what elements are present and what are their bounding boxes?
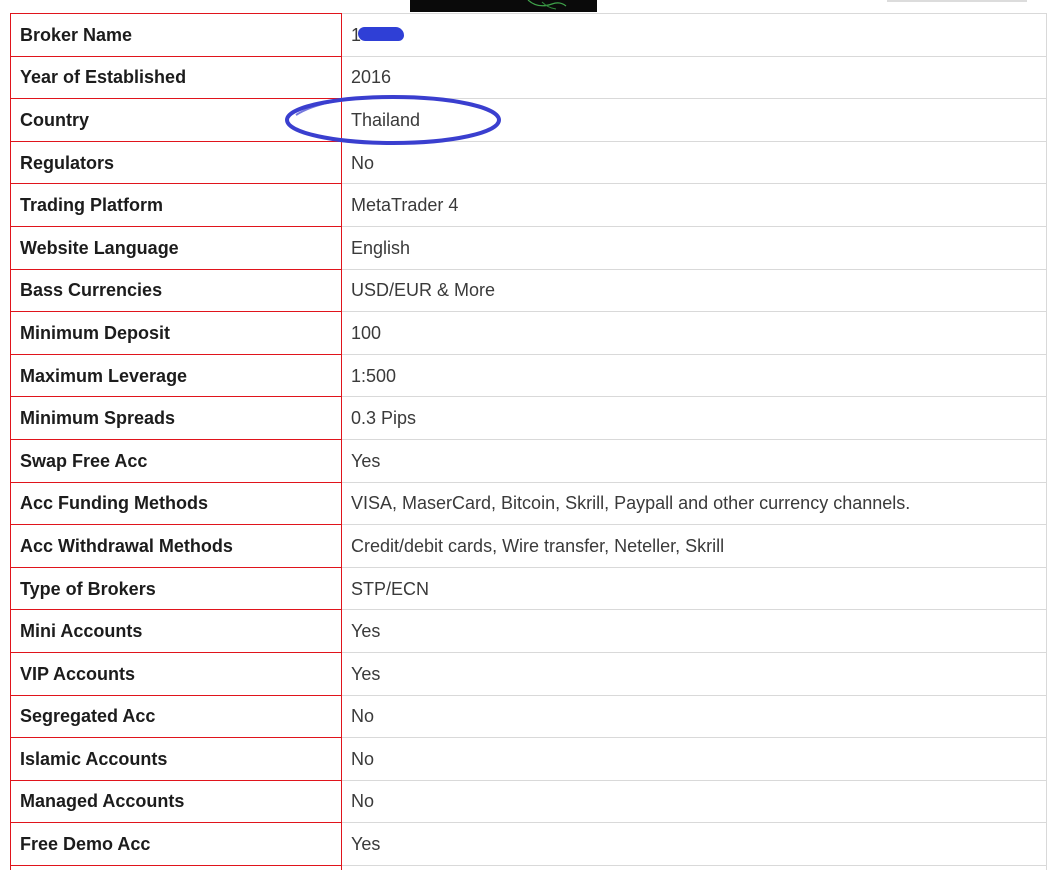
top-image-thumbnail xyxy=(410,0,597,12)
spec-label: Broker Name xyxy=(10,13,342,57)
spec-row: Bass Currencies USD/EUR & More xyxy=(10,268,1047,313)
spec-value: Yes xyxy=(341,438,1047,483)
spec-row: Swap Free Acc Yes xyxy=(10,438,1047,483)
spec-row: Minimum Spreads 0.3 Pips xyxy=(10,396,1047,440)
spec-row: Year of Established 2016 xyxy=(10,55,1047,100)
spec-row: Segregated Acc No xyxy=(10,694,1047,739)
spec-row: Trading Platform MetaTrader 4 xyxy=(10,183,1047,227)
spec-label: Trading Platform xyxy=(10,183,342,227)
spec-label: Mini Accounts xyxy=(10,609,342,653)
broker-specs-table-body: Broker Name 1 Year of Established 2016 Count… xyxy=(10,13,1047,870)
spec-row: Managed Accounts No xyxy=(10,779,1047,824)
spec-row: Maximum Leverage 1:500 xyxy=(10,353,1047,398)
spec-label: Free Demo Acc xyxy=(10,822,342,866)
spec-label xyxy=(10,864,342,870)
spec-row: Mini Accounts Yes xyxy=(10,609,1047,653)
spec-value: STP/ECN xyxy=(341,566,1047,611)
spec-row xyxy=(10,864,1047,870)
spec-label: Year of Established xyxy=(10,55,342,100)
spec-label: Regulators xyxy=(10,140,342,185)
spec-row: Regulators No xyxy=(10,140,1047,185)
spec-value: 100 xyxy=(341,311,1047,355)
spec-value: Credit/debit cards, Wire transfer, Netel… xyxy=(341,524,1047,568)
spec-row: Free Demo Acc Yes xyxy=(10,822,1047,866)
spec-label: Maximum Leverage xyxy=(10,353,342,398)
spec-label: Swap Free Acc xyxy=(10,438,342,483)
spec-row: Minimum Deposit 100 xyxy=(10,311,1047,355)
spec-label: Islamic Accounts xyxy=(10,737,342,781)
spec-label: Type of Brokers xyxy=(10,566,342,611)
spec-value: MetaTrader 4 xyxy=(341,183,1047,227)
spec-row: Country Thailand xyxy=(10,98,1047,142)
spec-value: 2016 xyxy=(341,55,1047,100)
spec-value: Yes xyxy=(341,609,1047,653)
broker-specs-table-wrapper: Broker Name 1 Year of Established 2016 Count… xyxy=(10,13,1047,870)
spec-label: Website Language xyxy=(10,225,342,270)
spec-label: Acc Funding Methods xyxy=(10,481,342,526)
spec-label: Minimum Spreads xyxy=(10,396,342,440)
top-divider xyxy=(887,0,1027,2)
spec-value: 1:500 xyxy=(341,353,1047,398)
spec-value: No xyxy=(341,737,1047,781)
spec-value xyxy=(341,864,1047,870)
spec-label: Segregated Acc xyxy=(10,694,342,739)
spec-label: VIP Accounts xyxy=(10,651,342,696)
spec-value: Yes xyxy=(341,651,1047,696)
spec-value: English xyxy=(341,225,1047,270)
spec-row: VIP Accounts Yes xyxy=(10,651,1047,696)
spec-label: Managed Accounts xyxy=(10,779,342,824)
spec-value: No xyxy=(341,140,1047,185)
broker-specs-table: Broker Name 1 Year of Established 2016 Count… xyxy=(10,13,1047,870)
spec-value: No xyxy=(341,694,1047,739)
spec-row: Acc Withdrawal Methods Credit/debit cards… xyxy=(10,524,1047,568)
spec-row: Islamic Accounts No xyxy=(10,737,1047,781)
spec-label: Bass Currencies xyxy=(10,268,342,313)
spec-row: Broker Name 1 xyxy=(10,13,1047,57)
spec-value: 0.3 Pips xyxy=(341,396,1047,440)
spec-row: Website Language English xyxy=(10,225,1047,270)
spec-value: Thailand xyxy=(341,98,1047,142)
spec-label: Minimum Deposit xyxy=(10,311,342,355)
spec-value: Yes xyxy=(341,822,1047,866)
spec-value: No xyxy=(341,779,1047,824)
spec-label: Country xyxy=(10,98,342,142)
spec-row: Type of Brokers STP/ECN xyxy=(10,566,1047,611)
spec-value: VISA, MaserCard, Bitcoin, Skrill, Paypal… xyxy=(341,481,1047,526)
spec-value: USD/EUR & More xyxy=(341,268,1047,313)
spec-row: Acc Funding Methods VISA, MaserCard, Bitc… xyxy=(10,481,1047,526)
spec-label: Acc Withdrawal Methods xyxy=(10,524,342,568)
spec-value: 1 xyxy=(341,13,1047,57)
